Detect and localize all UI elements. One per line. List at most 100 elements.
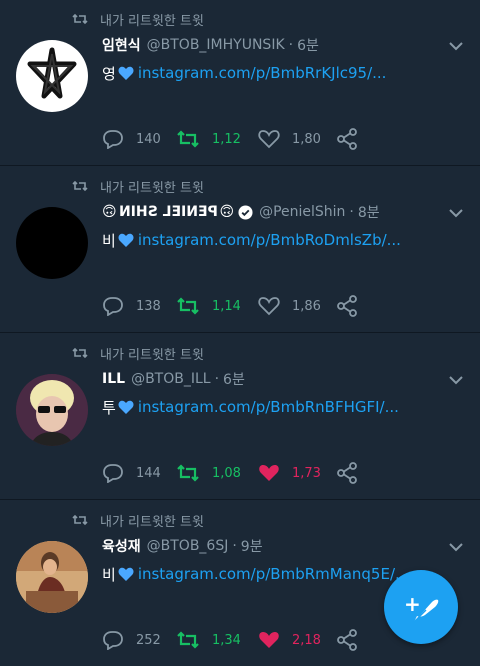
- share-icon: [337, 128, 357, 150]
- tweet-text: 비 instagram.com/p/BmbRmManq5E/...: [102, 563, 420, 585]
- tweet-text-word: 영: [102, 64, 116, 83]
- retweet-small-icon: [72, 180, 88, 192]
- retweeted-label: 내가 리트윗한 트윗: [100, 180, 204, 196]
- blue-heart-icon: [118, 66, 134, 81]
- reply-count: 138: [136, 298, 161, 314]
- user-handle[interactable]: @BTOB_6SJ: [147, 538, 229, 554]
- user-handle[interactable]: @BTOB_ILL: [131, 371, 211, 387]
- retweet-count: 1,342: [212, 632, 240, 648]
- like-button[interactable]: 1,802: [258, 126, 320, 152]
- reply-count: 144: [136, 465, 161, 481]
- reply-icon: [103, 464, 123, 483]
- timestamp: 6분: [223, 372, 245, 388]
- retweet-button[interactable]: 1,122: [176, 126, 240, 152]
- heart-filled-icon: [259, 632, 279, 648]
- reply-button[interactable]: 140: [102, 126, 161, 152]
- action-bar: 144 1,080 1,731: [102, 460, 480, 486]
- share-icon: [337, 629, 357, 651]
- like-button[interactable]: 1,863: [258, 293, 320, 319]
- retweet-icon: [177, 631, 199, 649]
- like-button[interactable]: 1,731: [258, 460, 320, 486]
- like-count: 1,863: [292, 298, 320, 314]
- retweet-icon: [177, 464, 199, 482]
- chevron-down-icon[interactable]: [448, 374, 464, 386]
- retweet-button[interactable]: 1,342: [176, 627, 240, 653]
- reply-button[interactable]: 252: [102, 627, 161, 653]
- like-count: 1,731: [292, 465, 320, 481]
- chevron-down-icon[interactable]: [448, 207, 464, 219]
- like-count: 1,802: [292, 131, 320, 147]
- tweet-link[interactable]: instagram.com/p/BmbRnBFHGFI/...: [138, 398, 399, 416]
- tweet-text: 투 instagram.com/p/BmbRnBFHGFI/...: [102, 396, 420, 418]
- user-handle[interactable]: @BTOB_IMHYUNSIK: [147, 37, 285, 53]
- tweet-link[interactable]: instagram.com/p/BmbRoDmlsZb/...: [138, 231, 401, 249]
- avatar[interactable]: [16, 207, 88, 279]
- retweeted-indicator: 내가 리트윗한 트윗: [72, 510, 204, 530]
- tweet-card[interactable]: 내가 리트윗한 트윗 임현식 @BTOB_IMHYUNSIK · 6분 영 in…: [0, 0, 480, 166]
- share-icon: [337, 462, 357, 484]
- share-button[interactable]: [336, 460, 358, 486]
- action-bar: 138 1,145 1,863: [102, 293, 480, 319]
- timestamp: 6분: [297, 38, 319, 54]
- heart-outline-icon: [258, 130, 280, 149]
- tweet-text-word: 비: [102, 565, 116, 584]
- tweet-text: 영 instagram.com/p/BmbRrKJlc95/...: [102, 62, 420, 84]
- tweet-header: 육성재 @BTOB_6SJ · 9분: [102, 535, 440, 557]
- retweet-small-icon: [72, 13, 88, 25]
- heart-outline-icon: [258, 297, 280, 316]
- separator-dot: ·: [288, 37, 294, 53]
- reply-button[interactable]: 144: [102, 460, 161, 486]
- reply-count: 252: [136, 632, 161, 648]
- blue-heart-icon: [118, 233, 134, 248]
- avatar[interactable]: [16, 541, 88, 613]
- user-handle[interactable]: @PenielShin: [259, 204, 345, 220]
- avatar[interactable]: [16, 374, 88, 446]
- avatar[interactable]: [16, 40, 88, 112]
- share-icon: [337, 295, 357, 317]
- tweet-card[interactable]: 내가 리트윗한 트윗 🙃 PENIEL SHIN 🙃 @PenielShin ·…: [0, 167, 480, 333]
- retweet-count: 1,122: [212, 131, 240, 147]
- tweet-text-word: 비: [102, 231, 116, 250]
- retweet-count: 1,145: [212, 298, 240, 314]
- separator-dot: ·: [349, 204, 354, 220]
- heart-filled-icon: [259, 465, 279, 481]
- tweet-text: 비 instagram.com/p/BmbRoDmlsZb/...: [102, 229, 420, 251]
- tweet-link[interactable]: instagram.com/p/BmbRrKJlc95/...: [138, 64, 387, 82]
- tweet-header: 🙃 PENIEL SHIN 🙃 @PenielShin · 8분: [102, 201, 440, 223]
- display-name[interactable]: 육성재: [102, 536, 141, 556]
- chevron-down-icon[interactable]: [448, 541, 464, 553]
- display-name[interactable]: PENIEL SHIN: [119, 204, 218, 220]
- action-bar: 140 1,122 1,802: [102, 126, 480, 152]
- tweet-header: ILL @BTOB_ILL · 6분: [102, 368, 440, 390]
- retweet-small-icon: [72, 514, 88, 526]
- timestamp: 9분: [240, 539, 263, 555]
- blue-heart-icon: [118, 400, 134, 415]
- retweet-small-icon: [72, 347, 88, 359]
- compose-tweet-button[interactable]: +: [384, 570, 458, 644]
- reply-count: 140: [136, 131, 161, 147]
- blue-heart-icon: [118, 567, 134, 582]
- retweeted-indicator: 내가 리트윗한 트윗: [72, 343, 204, 363]
- display-name[interactable]: ILL: [102, 371, 125, 387]
- reply-icon: [103, 631, 123, 650]
- reply-button[interactable]: 138: [102, 293, 161, 319]
- share-button[interactable]: [336, 293, 358, 319]
- share-button[interactable]: [336, 126, 358, 152]
- retweet-icon: [177, 297, 199, 315]
- tweet-link[interactable]: instagram.com/p/BmbRmManq5E/...: [138, 565, 410, 583]
- person-avatar-image: [16, 541, 88, 613]
- retweeted-label: 내가 리트윗한 트윗: [100, 347, 204, 363]
- retweet-button[interactable]: 1,145: [176, 293, 240, 319]
- display-name[interactable]: 임현식: [102, 35, 141, 55]
- timestamp: 8분: [357, 205, 380, 221]
- reply-icon: [103, 130, 123, 149]
- chevron-down-icon[interactable]: [448, 40, 464, 52]
- separator-dot: ·: [232, 538, 237, 554]
- retweeted-label: 내가 리트윗한 트윗: [100, 514, 204, 530]
- like-button[interactable]: 2,189: [258, 627, 320, 653]
- share-button[interactable]: [336, 627, 358, 653]
- retweet-button[interactable]: 1,080: [176, 460, 240, 486]
- tweet-header: 임현식 @BTOB_IMHYUNSIK · 6분: [102, 34, 440, 56]
- retweet-icon: [177, 130, 199, 148]
- tweet-card[interactable]: 내가 리트윗한 트윗 ILL @BTOB_ILL · 6분 투 instagra…: [0, 334, 480, 500]
